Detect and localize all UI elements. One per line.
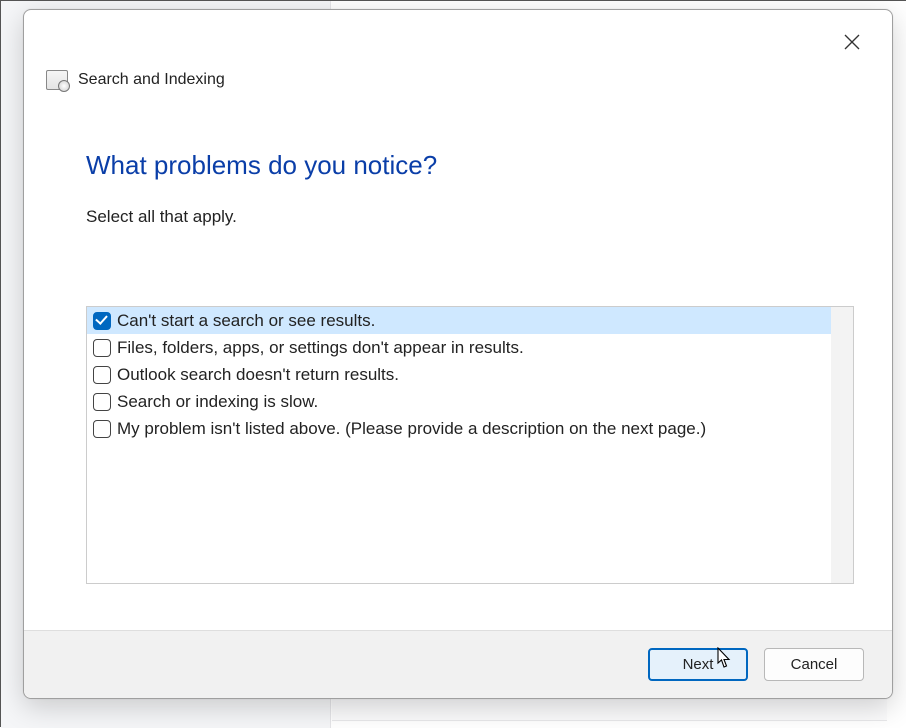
- troubleshooter-icon: [46, 70, 68, 90]
- problem-option[interactable]: Files, folders, apps, or settings don't …: [87, 334, 853, 361]
- close-button[interactable]: [832, 24, 872, 60]
- dialog-instruction: Select all that apply.: [86, 207, 237, 227]
- cancel-button[interactable]: Cancel: [764, 648, 864, 681]
- option-checkbox[interactable]: [93, 366, 111, 384]
- option-checkbox[interactable]: [93, 312, 111, 330]
- dialog-header: Search and Indexing: [46, 70, 225, 90]
- option-label: My problem isn't listed above. (Please p…: [117, 419, 706, 439]
- problem-option[interactable]: Search or indexing is slow.: [87, 388, 853, 415]
- close-icon: [844, 34, 860, 50]
- option-label: Can't start a search or see results.: [117, 311, 375, 331]
- problem-options-list: Can't start a search or see results. File…: [86, 306, 854, 584]
- troubleshooter-dialog: Search and Indexing What problems do you…: [23, 9, 893, 699]
- option-checkbox[interactable]: [93, 339, 111, 357]
- next-button[interactable]: Next: [648, 648, 748, 681]
- option-checkbox[interactable]: [93, 393, 111, 411]
- dialog-footer: Next Cancel: [24, 630, 892, 698]
- dialog-question: What problems do you notice?: [86, 150, 437, 181]
- dialog-title: Search and Indexing: [78, 71, 225, 89]
- problem-option[interactable]: Outlook search doesn't return results.: [87, 361, 853, 388]
- problem-option[interactable]: My problem isn't listed above. (Please p…: [87, 415, 853, 442]
- option-label: Outlook search doesn't return results.: [117, 365, 399, 385]
- option-label: Files, folders, apps, or settings don't …: [117, 338, 524, 358]
- option-checkbox[interactable]: [93, 420, 111, 438]
- option-label: Search or indexing is slow.: [117, 392, 318, 412]
- problem-option[interactable]: Can't start a search or see results.: [87, 307, 853, 334]
- options-scrollbar[interactable]: [831, 307, 853, 583]
